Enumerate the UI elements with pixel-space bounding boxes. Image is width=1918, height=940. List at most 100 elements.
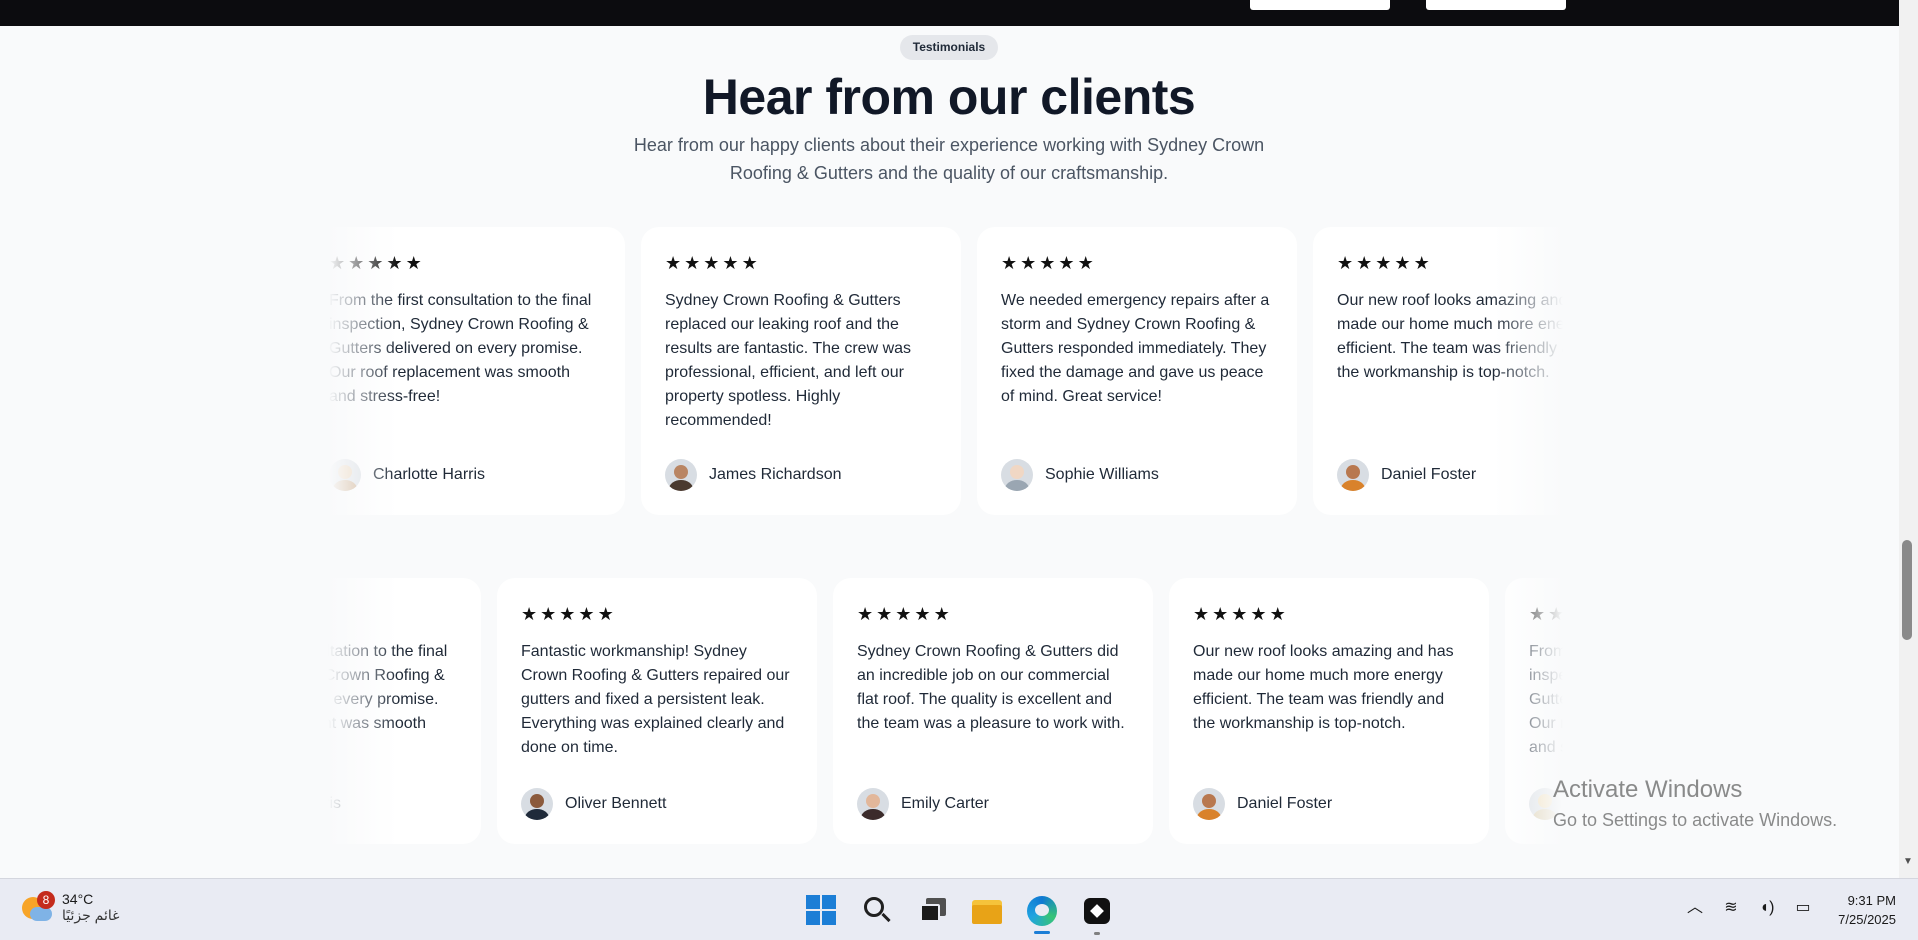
system-tray: ︿ ≋ ◖) ▭: [1684, 897, 1814, 919]
star-icon: ★: [1250, 604, 1267, 624]
author-avatar: [1001, 459, 1033, 491]
star-rating: ★★★★★: [665, 253, 758, 273]
star-icon: ★: [1020, 253, 1037, 273]
testimonial-carousel-row-2: ★★★★★From the first consultation to the …: [328, 578, 1563, 846]
author-name: Daniel Foster: [1237, 795, 1333, 812]
star-icon: ★: [895, 604, 912, 624]
testimonial-card: ★ ★ ★ ★ ★ Fantastic workmanship! Sydney Crown…: [497, 578, 817, 844]
star-icon: ★: [1269, 604, 1286, 624]
header-button-1[interactable]: [1250, 0, 1390, 10]
scrollbar-thumb[interactable]: [1902, 540, 1912, 640]
star-icon: ★: [1231, 604, 1248, 624]
star-icon: ★: [1529, 604, 1546, 624]
clock-time: 9:31 PM: [1847, 893, 1896, 908]
task-view-icon[interactable]: [912, 891, 952, 931]
clock-date: 7/25/2025: [1838, 912, 1896, 927]
testimonial-author: James Richardson: [665, 459, 842, 491]
star-icon: ★: [559, 604, 576, 624]
testimonial-quote: From the first consultation to the final…: [328, 643, 448, 732]
star-icon: ★: [1337, 253, 1354, 273]
author-avatar: [665, 459, 697, 491]
file-explorer-icon[interactable]: [967, 891, 1007, 931]
star-icon: ★: [684, 253, 701, 273]
page-scrollbar[interactable]: [1899, 0, 1918, 878]
testimonial-quote: We needed emergency repairs after a stor…: [1001, 292, 1270, 405]
author-avatar: [329, 459, 361, 491]
active-app-indicator: [1034, 931, 1050, 934]
star-icon: ★: [405, 253, 422, 273]
star-icon: ★: [1058, 253, 1075, 273]
author-name: Sophie Williams: [1045, 466, 1159, 483]
star-icon: ★: [329, 253, 346, 273]
testimonial-author: Daniel Foster: [1193, 788, 1332, 820]
weather-widget[interactable]: 8 34°C غائم جزئيًا: [20, 891, 119, 925]
windows-start-icon[interactable]: [802, 891, 842, 931]
author-avatar: [1337, 459, 1369, 491]
star-icon: ★: [933, 604, 950, 624]
star-icon: ★: [367, 253, 384, 273]
edge-browser-icon[interactable]: [1022, 891, 1062, 931]
search-icon[interactable]: [857, 891, 897, 931]
testimonial-author: Emily Carter: [857, 788, 989, 820]
star-icon: ★: [703, 253, 720, 273]
testimonial-quote: Our new roof looks amazing and has made …: [1193, 643, 1454, 732]
author-name: Emily Carter: [901, 795, 990, 812]
star-rating: ★★★★★: [329, 253, 422, 273]
testimonial-card: ★ ★ ★ ★ ★ We needed emergency repairs after a…: [977, 227, 1297, 515]
star-icon: ★: [914, 604, 931, 624]
open-app-indicator: [1094, 932, 1100, 935]
weather-text: 34°C غائم جزئيًا: [62, 891, 119, 925]
star-icon: ★: [348, 253, 365, 273]
weather-notification-badge: 8: [37, 891, 55, 909]
star-icon: ★: [1039, 253, 1056, 273]
author-avatar: [1193, 788, 1225, 820]
testimonial-card: ★★★★★From the first consultation to the …: [328, 227, 625, 515]
weather-partly-cloudy-icon: 8: [20, 891, 55, 925]
star-rating: ★★★★★: [1193, 604, 1286, 624]
testimonial-quote: From the first consultation to the final…: [329, 292, 592, 405]
testimonial-quote: From the first consultation to the final…: [1529, 643, 1563, 756]
testimonial-quote: Fantastic workmanship! Sydney Crown Roof…: [521, 643, 790, 756]
weather-temperature: 34°C: [62, 891, 94, 907]
testimonial-card: ★ ★ ★ ★ ★ Sydney Crown Roofing & Gutters repl…: [641, 227, 961, 515]
testimonial-quote: Sydney Crown Roofing & Gutters did an in…: [857, 643, 1125, 732]
star-icon: ★: [876, 604, 893, 624]
wifi-icon[interactable]: ≋: [1720, 897, 1742, 919]
testimonial-author: Oliver Bennett: [521, 788, 666, 820]
star-icon: ★: [521, 604, 538, 624]
section-badge: Testimonials: [900, 35, 998, 60]
author-name: Oliver Bennett: [565, 795, 667, 812]
system-clock[interactable]: 9:31 PM 7/25/2025: [1800, 891, 1896, 929]
star-icon: ★: [1001, 253, 1018, 273]
volume-icon[interactable]: ◖): [1756, 897, 1778, 919]
star-icon: ★: [1394, 253, 1411, 273]
testimonial-author: Charlotte Harris: [329, 459, 485, 491]
star-rating: ★★★★★: [1001, 253, 1094, 273]
watermark-title: Activate Windows: [1553, 776, 1743, 803]
header-button-2[interactable]: [1426, 0, 1566, 10]
section-title: Hear from our clients: [702, 69, 1196, 125]
testimonial-author: Daniel Foster: [1337, 459, 1476, 491]
chevron-up-icon[interactable]: ︿: [1684, 897, 1706, 919]
weather-condition: غائم جزئيًا: [62, 907, 120, 923]
browser-viewport: Testimonials Hear from our clients Hear …: [0, 0, 1918, 878]
star-rating: ★★★★★: [1529, 604, 1563, 624]
testimonial-card: ★★★★★From the first consultation to the …: [328, 578, 481, 844]
testimonial-author: Sophie Williams: [1001, 459, 1159, 491]
star-icon: ★: [597, 604, 614, 624]
star-icon: ★: [665, 253, 682, 273]
author-name: Charlotte Harris: [373, 466, 486, 483]
watermark-subtitle: Go to Settings to activate Windows.: [1553, 810, 1838, 830]
author-name: Daniel Foster: [1381, 466, 1477, 483]
scroll-down-arrow-icon[interactable]: ▼: [1902, 856, 1914, 868]
testimonial-card: ★★★★★Our new roof looks amazing and has …: [1313, 227, 1563, 515]
star-icon: ★: [386, 253, 403, 273]
star-icon: ★: [1077, 253, 1094, 273]
star-icon: ★: [1413, 253, 1430, 273]
testimonial-quote: Sydney Crown Roofing & Gutters replaced …: [665, 292, 912, 429]
activate-windows-watermark: Activate Windows Go to Settings to activ…: [1553, 776, 1837, 831]
author-avatar: [857, 788, 889, 820]
star-icon: ★: [1212, 604, 1229, 624]
testimonial-quote: Our new roof looks amazing and has made …: [1337, 292, 1563, 381]
pinned-app-icon[interactable]: [1077, 891, 1117, 931]
